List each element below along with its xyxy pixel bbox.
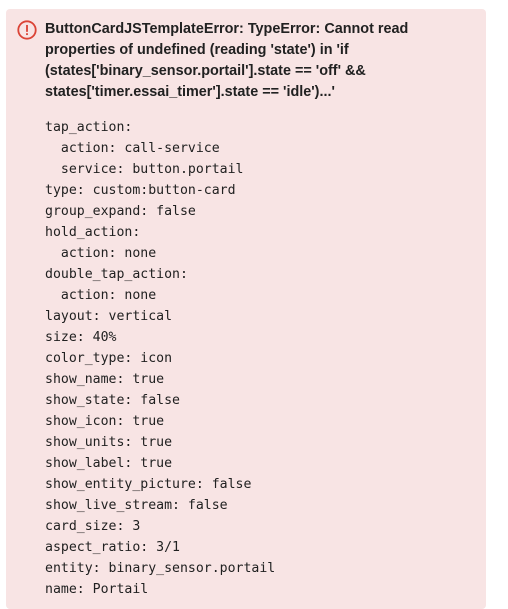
config-line: name: Portail [45,582,149,597]
config-line: show_live_stream: false [45,498,228,513]
config-line: show_entity_picture: false [45,477,252,492]
config-line: entity: binary_sensor.portail [45,561,276,576]
config-line: group_expand: false [45,204,196,219]
config-line: layout: vertical [45,309,173,324]
config-line: show_icon: true [45,414,165,429]
alert-circle-icon [17,20,37,40]
config-line: action: none [45,288,157,303]
config-line: show_state: false [45,393,180,408]
config-line: tap_action: [45,120,133,135]
config-line: show_label: true [45,456,173,471]
config-line: show_units: true [45,435,173,450]
config-line: type: custom:button-card [45,183,236,198]
config-line: action: none [45,246,157,261]
config-line: action: call-service [45,141,220,156]
config-line: hold_action: [45,225,141,240]
error-title: ButtonCardJSTemplateError: TypeError: Ca… [45,21,409,100]
config-line: color_type: icon [45,351,173,366]
config-line: show_name: true [45,372,165,387]
card-config-yaml: tap_action: action: call-service service… [45,117,275,600]
error-card: ButtonCardJSTemplateError: TypeError: Ca… [6,9,486,609]
config-line: service: button.portail [45,162,244,177]
config-line: aspect_ratio: 3/1 [45,540,180,555]
config-line: size: 40% [45,330,117,345]
config-line: card_size: 3 [45,519,141,534]
config-line: double_tap_action: [45,267,188,282]
